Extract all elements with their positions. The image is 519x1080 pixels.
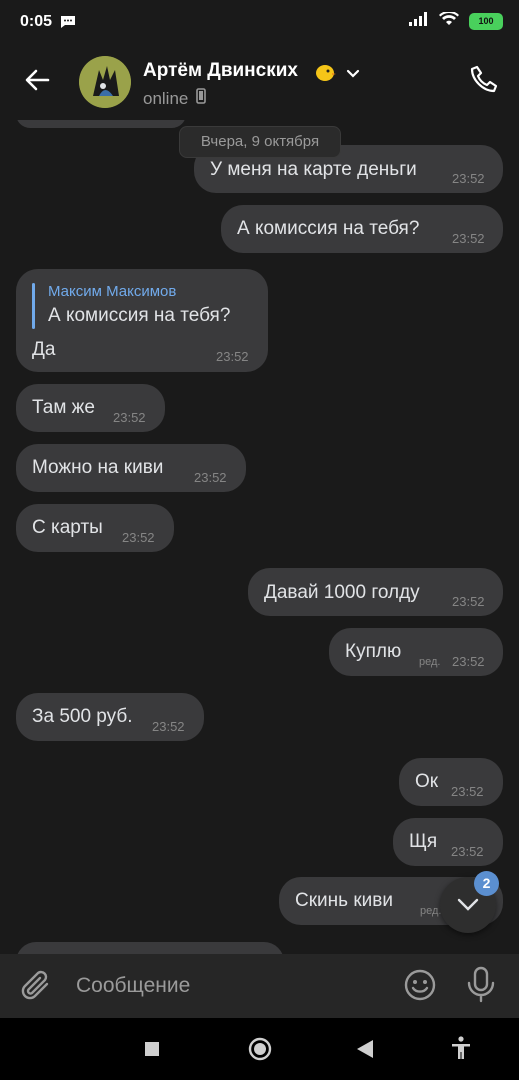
recents-square-icon[interactable] <box>144 1041 160 1062</box>
home-circle-icon[interactable] <box>247 1036 273 1067</box>
message-input[interactable] <box>62 966 382 1006</box>
message-text: Там же <box>32 397 95 418</box>
status-time: 0:05 <box>20 13 53 30</box>
message-time: 23:52 <box>152 719 185 734</box>
message-text: Давай 1000 голду <box>264 582 420 603</box>
back-triangle-icon[interactable] <box>356 1039 374 1064</box>
chat-header: Артём Двинских online <box>0 44 519 120</box>
back-arrow-icon[interactable] <box>24 68 50 97</box>
contact-name[interactable]: Артём Двинских <box>143 60 298 82</box>
phone-device-icon <box>196 88 207 109</box>
avatar[interactable] <box>79 56 131 108</box>
message-bubble-partial <box>16 942 284 954</box>
reply-quote-bar <box>32 283 35 329</box>
message-text: Куплю <box>345 641 402 662</box>
message-time: 23:52 <box>452 654 485 669</box>
message-bubble-outgoing[interactable]: Давай 1000 голду 23:52 <box>248 568 503 616</box>
message-bubble-incoming[interactable]: Можно на киви 23:52 <box>16 444 246 492</box>
reply-author[interactable]: Максим Максимов <box>48 283 176 300</box>
message-bubble-incoming[interactable]: За 500 руб. 23:52 <box>16 693 204 741</box>
message-text: У меня на карте деньги <box>210 159 417 180</box>
message-text: Можно на киви <box>32 457 164 478</box>
message-composer <box>0 954 519 1018</box>
message-bubble-incoming[interactable]: Там же 23:52 <box>16 384 165 432</box>
message-bubble-outgoing[interactable]: Ок 23:52 <box>399 758 503 806</box>
message-text: За 500 руб. <box>32 706 133 727</box>
message-bubble-outgoing[interactable]: Куплю ред. 23:52 <box>329 628 503 676</box>
message-time: 23:52 <box>122 530 155 545</box>
reply-text: А комиссия на тебя? <box>48 305 231 326</box>
status-bar: 0:05 100 <box>0 0 519 44</box>
message-notification-icon <box>60 15 76 34</box>
message-time: 23:52 <box>452 171 485 186</box>
contact-status: online <box>143 88 207 109</box>
edited-label: ред. <box>419 656 441 668</box>
chevron-down-icon <box>457 898 479 911</box>
message-text: Скинь киви <box>295 890 393 911</box>
emoji-chick-icon <box>314 62 336 87</box>
battery-icon: 100 <box>469 13 503 30</box>
unread-badge: 2 <box>474 871 499 896</box>
message-bubble-incoming-reply[interactable]: Максим Максимов А комиссия на тебя? Да 2… <box>16 269 268 372</box>
chevron-down-icon[interactable] <box>346 66 360 84</box>
message-time: 23:52 <box>451 844 484 859</box>
edited-label: ред. <box>420 905 442 917</box>
message-time: 23:52 <box>452 231 485 246</box>
message-bubble-incoming[interactable]: С карты 23:52 <box>16 504 174 552</box>
phone-call-icon[interactable] <box>469 64 499 99</box>
message-bubble-outgoing[interactable]: Щя 23:52 <box>393 818 503 866</box>
accessibility-icon[interactable] <box>450 1036 472 1065</box>
message-text: Щя <box>409 831 438 852</box>
microphone-icon[interactable] <box>466 966 496 1009</box>
date-divider: Вчера, 9 октября <box>179 126 341 158</box>
message-text: Да <box>32 339 56 360</box>
message-text: А комиссия на тебя? <box>237 218 420 239</box>
system-navigation-bar <box>0 1018 519 1080</box>
message-list[interactable]: У меня на карте деньги 23:52 Вчера, 9 ок… <box>0 120 519 954</box>
message-time: 23:52 <box>452 594 485 609</box>
wifi-icon <box>439 10 459 31</box>
message-bubble-partial <box>16 120 186 128</box>
signal-icon <box>409 12 429 31</box>
message-time: 23:52 <box>113 410 146 425</box>
emoji-icon[interactable] <box>403 968 437 1007</box>
message-time: 23:52 <box>451 784 484 799</box>
message-bubble-outgoing[interactable]: А комиссия на тебя? 23:52 <box>221 205 503 253</box>
message-text: С карты <box>32 517 103 538</box>
message-time: 23:52 <box>194 470 227 485</box>
message-text: Ок <box>415 771 439 792</box>
status-text: online <box>143 88 189 108</box>
attach-clip-icon[interactable] <box>20 968 54 1009</box>
message-time: 23:52 <box>216 349 249 364</box>
